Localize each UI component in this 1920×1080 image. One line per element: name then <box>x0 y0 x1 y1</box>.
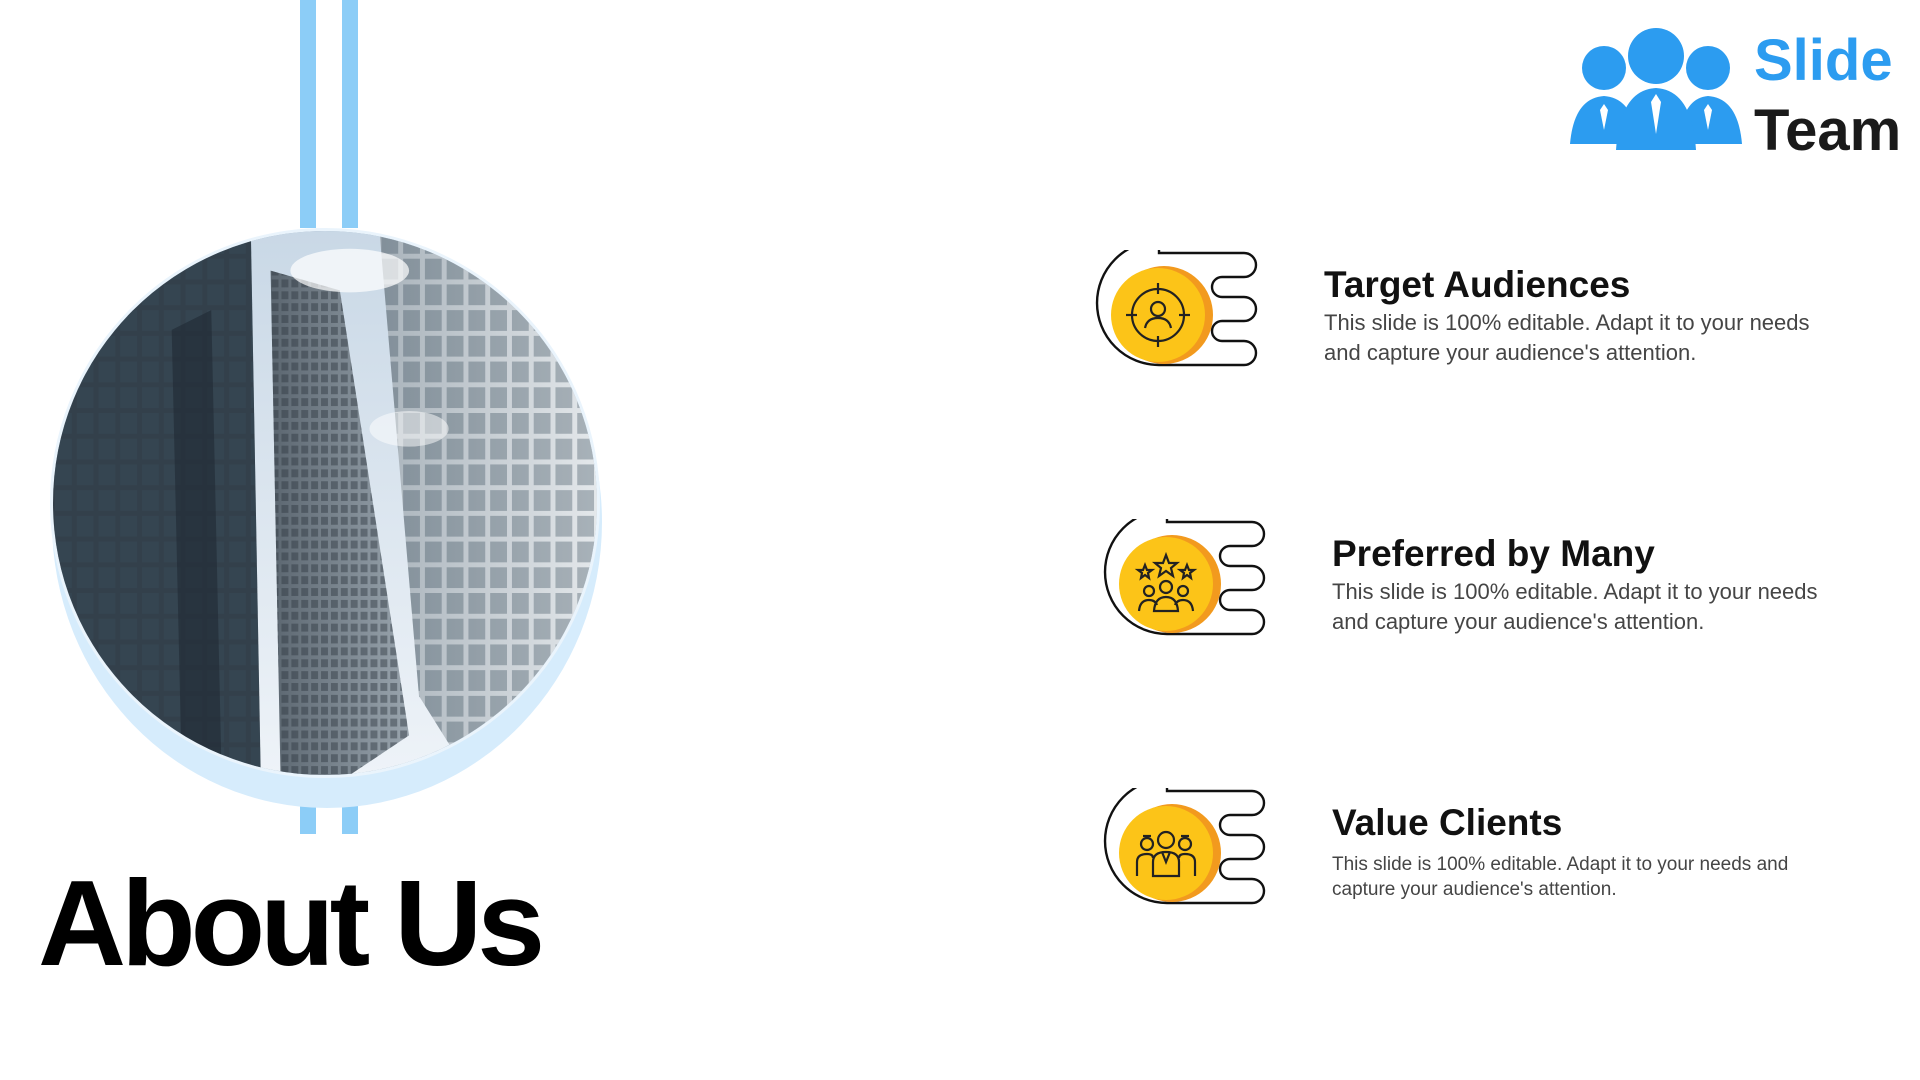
item-title: Target Audiences <box>1324 264 1631 305</box>
feature-item-preferred-by-many: Preferred by Many This slide is 100% edi… <box>1102 519 1920 649</box>
clients-group-icon <box>1135 830 1197 878</box>
item-title: Preferred by Many <box>1332 533 1655 574</box>
item-title: Value Clients <box>1332 802 1563 843</box>
people-group-icon <box>1570 28 1742 150</box>
feature-item-value-clients: Value Clients This slide is 100% editabl… <box>1102 788 1920 918</box>
target-person-icon <box>1126 283 1190 347</box>
page-title: About Us <box>38 855 545 991</box>
logo-text-team: Team <box>1754 98 1902 163</box>
accent-line-top-right <box>342 0 358 228</box>
item-description: This slide is 100% editable. Adapt it to… <box>1332 854 1789 900</box>
item-description: This slide is 100% editable. Adapt it to… <box>1332 579 1818 634</box>
accent-line-top-left <box>300 0 316 228</box>
group-stars-icon <box>1134 551 1198 613</box>
item-description: This slide is 100% editable. Adapt it to… <box>1324 310 1810 365</box>
badge <box>1102 788 1272 918</box>
skyscrapers-photo <box>50 228 600 778</box>
slide: About Us Slide Team Target Audiences Thi… <box>0 0 1920 1080</box>
logo-text-slide: Slide <box>1754 28 1893 93</box>
badge <box>1094 250 1264 380</box>
logo: Slide Team <box>1568 26 1901 160</box>
feature-item-target-audiences: Target Audiences This slide is 100% edit… <box>1094 250 1914 380</box>
badge <box>1102 519 1272 649</box>
